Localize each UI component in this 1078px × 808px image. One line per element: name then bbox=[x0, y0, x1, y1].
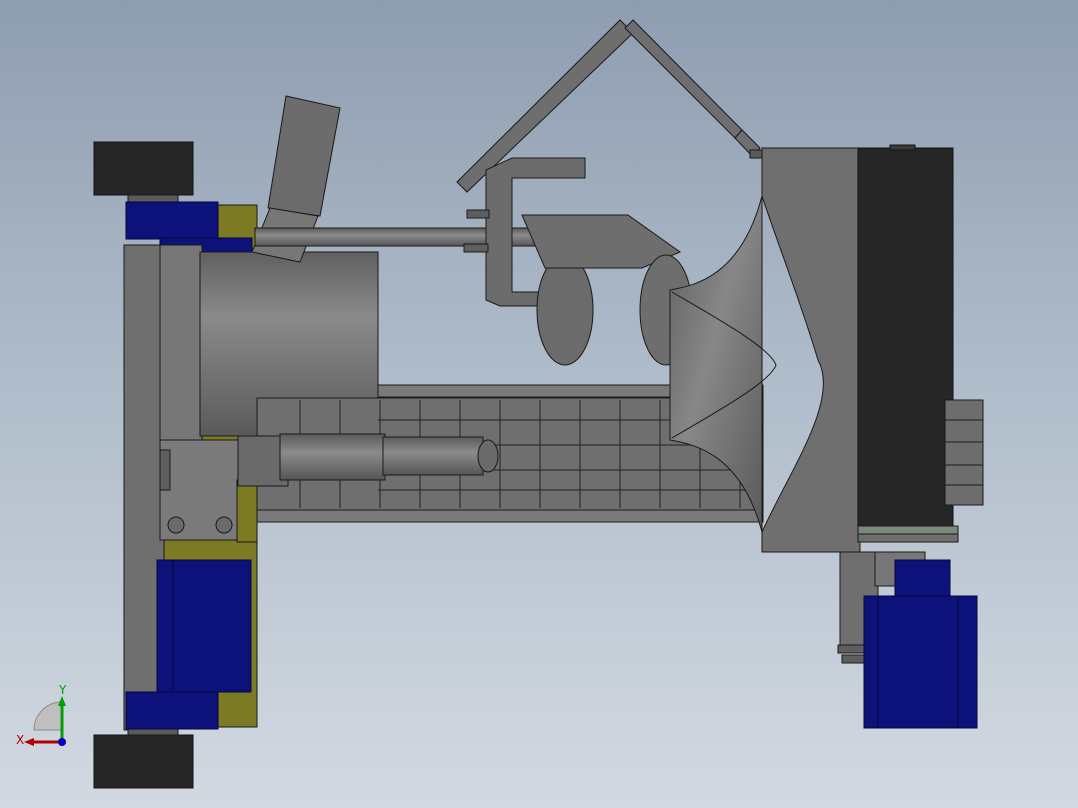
top-block-spacer bbox=[127, 194, 179, 203]
assembly-model bbox=[93, 19, 984, 789]
triad-arc bbox=[33, 701, 63, 731]
coordinate-triad: X Y bbox=[16, 684, 67, 747]
bracket-assembly bbox=[463, 157, 693, 366]
y-axis-arrowhead bbox=[58, 696, 66, 706]
side-gear bbox=[944, 399, 984, 506]
y-axis-label: Y bbox=[58, 684, 67, 697]
bottom-rail bbox=[857, 525, 959, 543]
cad-viewport[interactable]: X Y bbox=[0, 0, 1078, 808]
bottom-black-block bbox=[93, 734, 194, 789]
x-axis-label: X bbox=[16, 733, 24, 747]
z-axis-dot bbox=[58, 738, 66, 746]
x-axis-arrowhead bbox=[24, 738, 34, 746]
top-black-block bbox=[93, 141, 194, 196]
right-gray-housing bbox=[761, 147, 861, 553]
right-black-housing bbox=[857, 144, 954, 527]
